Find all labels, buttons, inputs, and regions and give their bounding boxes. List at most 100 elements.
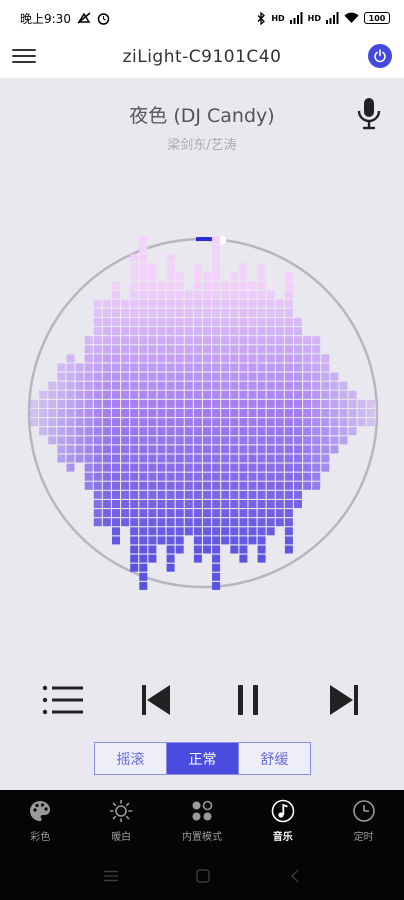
equalizer-cell (221, 399, 230, 408)
equalizer-cell (130, 554, 139, 563)
equalizer-cell (257, 463, 266, 472)
equalizer-cell (102, 345, 111, 354)
nav-timer[interactable]: 定时 (323, 790, 404, 852)
equalizer-cell (157, 290, 166, 299)
equalizer-cell (48, 418, 57, 427)
equalizer-cell (148, 409, 157, 417)
equalizer-cell (48, 399, 57, 408)
power-button[interactable] (368, 44, 392, 68)
equalizer-cell (303, 336, 312, 345)
equalizer-cell (157, 308, 166, 317)
equalizer-cell (175, 463, 184, 472)
equalizer-cell (75, 409, 84, 417)
equalizer-cell (312, 363, 321, 372)
equalizer-cell (312, 472, 321, 481)
equalizer-cell (239, 336, 248, 345)
equalizer-cell (248, 436, 257, 445)
equalizer-cell (75, 399, 84, 408)
equalizer-cell (121, 436, 130, 445)
nav-warm-white[interactable]: 暖白 (81, 790, 162, 852)
equalizer-cell (221, 454, 230, 463)
equalizer-cell (212, 318, 221, 326)
equalizer-cell (221, 409, 230, 417)
mode-normal[interactable]: 正常 (166, 743, 238, 774)
equalizer-cell (166, 536, 175, 545)
playlist-button[interactable] (40, 678, 86, 722)
equalizer-cell (203, 463, 211, 472)
recents-icon[interactable] (103, 870, 119, 882)
equalizer-cell (312, 436, 321, 445)
equalizer-cell (102, 299, 111, 308)
equalizer-cell (148, 372, 157, 381)
equalizer-cell (239, 527, 248, 536)
equalizer-cell (39, 409, 48, 417)
music-mode-selector: 摇滚 正常 舒缓 (94, 742, 311, 775)
home-icon[interactable] (196, 869, 210, 883)
equalizer-cell (257, 454, 266, 463)
equalizer-cell (166, 527, 175, 536)
equalizer-cell (112, 372, 120, 381)
mode-soothing[interactable]: 舒缓 (238, 743, 310, 774)
equalizer-cell (248, 509, 257, 518)
equalizer-cell (294, 427, 302, 436)
signal-icon (289, 12, 303, 24)
equalizer-cell (66, 463, 75, 472)
playlist-icon (42, 685, 83, 715)
equalizer-cell (284, 463, 293, 472)
equalizer-cell (275, 518, 284, 527)
back-icon[interactable] (290, 869, 300, 883)
equalizer-cell (157, 372, 166, 381)
music-visualizer[interactable] (20, 230, 386, 596)
equalizer-cell (112, 518, 120, 527)
equalizer-cell (366, 409, 375, 417)
equalizer-cell (257, 363, 266, 372)
next-button[interactable] (324, 678, 364, 722)
equalizer-cell (139, 318, 148, 326)
equalizer-cell (166, 472, 175, 481)
equalizer-cell (303, 427, 312, 436)
nav-music[interactable]: 音乐 (242, 790, 323, 852)
equalizer-cell (139, 390, 148, 399)
equalizer-cell (203, 545, 211, 554)
microphone-button[interactable] (355, 96, 383, 132)
equalizer-cell (130, 509, 139, 518)
equalizer-cell (257, 436, 266, 445)
equalizer-cell (294, 454, 302, 463)
equalizer-cell (221, 327, 230, 336)
equalizer-cell (148, 308, 157, 317)
equalizer-cell (166, 308, 175, 317)
menu-icon[interactable] (12, 45, 36, 67)
mode-rock[interactable]: 摇滚 (95, 743, 166, 774)
equalizer-cell (193, 281, 202, 290)
equalizer-cell (184, 509, 193, 518)
previous-button[interactable] (136, 678, 176, 722)
equalizer-cell (312, 381, 321, 390)
equalizer-cell (175, 290, 184, 299)
equalizer-cell (284, 318, 293, 326)
equalizer-cell (193, 536, 202, 545)
equalizer-cell (248, 336, 257, 345)
equalizer-cell (294, 481, 302, 490)
equalizer-cell (284, 363, 293, 372)
equalizer-cell (121, 354, 130, 363)
nav-color[interactable]: 彩色 (0, 790, 81, 852)
equalizer-cell (257, 500, 266, 508)
equalizer-cell (193, 381, 202, 390)
equalizer-cell (121, 463, 130, 472)
nav-builtin-modes[interactable]: 内置模式 (162, 790, 243, 852)
equalizer-cell (57, 381, 66, 390)
equalizer-cell (157, 336, 166, 345)
equalizer-cell (193, 318, 202, 326)
equalizer-cell (257, 381, 266, 390)
equalizer-cell (257, 445, 266, 454)
equalizer-cell (139, 500, 148, 508)
equalizer-cell (239, 381, 248, 390)
equalizer-cell (157, 536, 166, 545)
equalizer-cell (102, 327, 111, 336)
equalizer-cell (312, 418, 321, 427)
equalizer-cell (303, 372, 312, 381)
equalizer-cell (112, 281, 120, 290)
equalizer-cell (184, 409, 193, 417)
equalizer-cell (93, 509, 102, 518)
pause-button[interactable] (228, 678, 268, 722)
